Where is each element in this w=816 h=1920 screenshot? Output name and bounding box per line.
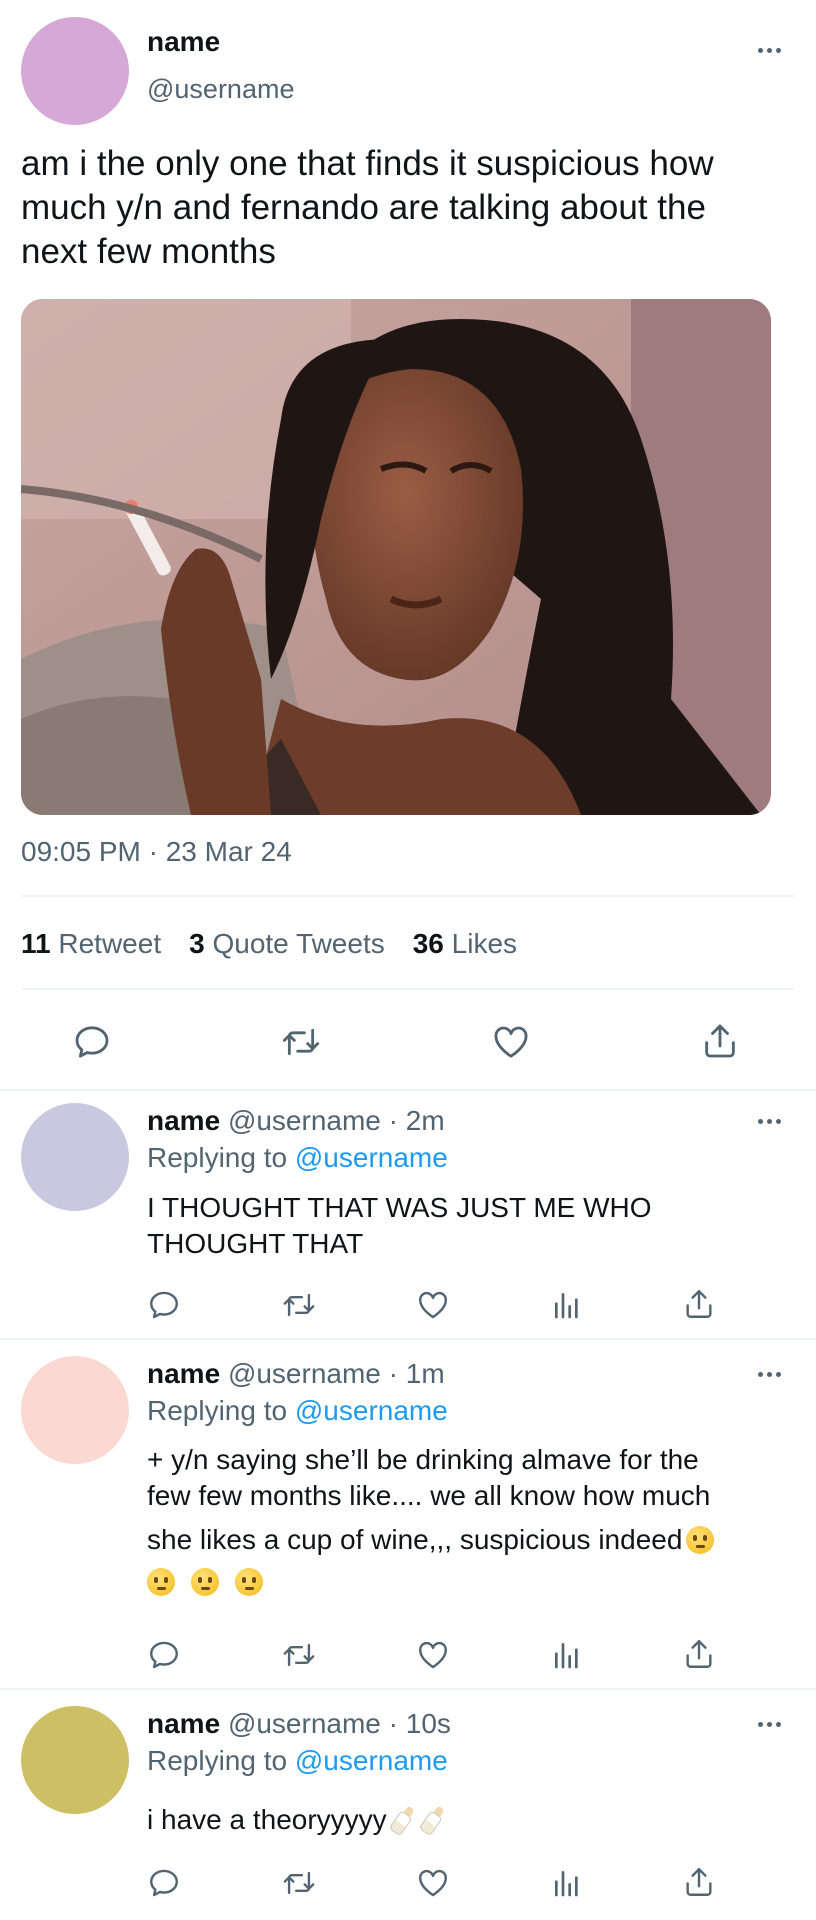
baby-bottle-icon <box>418 1803 448 1837</box>
more-options-icon[interactable] <box>758 1119 781 1124</box>
avatar[interactable] <box>21 1356 129 1464</box>
retweets-label: Retweet <box>58 928 162 959</box>
likes-stat[interactable]: 36 Likes <box>413 928 517 960</box>
reply-text: I THOUGHT THAT WAS JUST ME WHO THOUGHT T… <box>147 1190 652 1262</box>
section-divider <box>0 1688 816 1690</box>
reply-text: + y/n saying she’ll be drinking almave f… <box>147 1442 787 1600</box>
likes-label: Likes <box>451 928 518 959</box>
reply-text: i have a theoryyyyy <box>147 1802 441 1838</box>
analytics-icon[interactable] <box>551 1866 583 1900</box>
like-icon[interactable] <box>415 1638 451 1672</box>
replying-to-handle[interactable]: @username <box>295 1142 448 1173</box>
replying-to-label: Replying to <box>147 1142 288 1173</box>
handle[interactable]: @username <box>228 1105 381 1136</box>
replying-to: Replying to @username <box>147 1745 448 1777</box>
reply-time: · 1m <box>388 1358 445 1389</box>
share-icon[interactable] <box>682 1636 716 1672</box>
reply-text-line: i have a theoryyyyy <box>147 1804 387 1835</box>
tweet-stats: 11 Retweet 3 Quote Tweets 36 Likes <box>21 928 517 960</box>
more-options-icon[interactable] <box>758 1722 781 1727</box>
handle[interactable]: @username <box>228 1708 381 1739</box>
tweet-image[interactable] <box>21 299 771 815</box>
reply-header: name @username · 1m <box>147 1358 445 1390</box>
tweet-text: am i the only one that finds it suspicio… <box>21 144 714 271</box>
replying-to-label: Replying to <box>147 1395 288 1426</box>
quotes-stat[interactable]: 3 Quote Tweets <box>189 928 385 960</box>
likes-count: 36 <box>412 928 444 959</box>
like-icon[interactable] <box>415 1866 451 1900</box>
retweet-icon[interactable] <box>280 1022 322 1062</box>
display-name[interactable]: name <box>147 26 220 58</box>
replying-to-handle[interactable]: @username <box>295 1395 448 1426</box>
reply-icon[interactable] <box>72 1022 112 1062</box>
retweet-icon[interactable] <box>281 1866 317 1900</box>
retweets-stat[interactable]: 11 Retweet <box>21 928 161 960</box>
reply-text-line-with-emoji: she likes a cup of wine,,, suspicious in… <box>147 1522 787 1558</box>
share-icon[interactable] <box>682 1864 716 1900</box>
replying-to: Replying to @username <box>147 1142 448 1174</box>
reply-text-line: she likes a cup of wine,,, suspicious in… <box>147 1524 683 1555</box>
share-icon[interactable] <box>700 1020 740 1062</box>
retweet-icon[interactable] <box>281 1288 317 1322</box>
quotes-count: 3 <box>189 928 205 959</box>
reply-icon[interactable] <box>147 1638 181 1672</box>
retweets-count: 11 <box>21 928 51 959</box>
display-name[interactable]: name <box>147 1105 220 1136</box>
meme-photo <box>21 299 771 815</box>
like-icon[interactable] <box>415 1288 451 1322</box>
avatar[interactable] <box>21 17 129 125</box>
reply-text-line: I THOUGHT THAT WAS JUST ME WHO <box>147 1192 652 1223</box>
reply-time: · 10s <box>388 1708 451 1739</box>
reply-icon[interactable] <box>147 1866 181 1900</box>
replying-to: Replying to @username <box>147 1395 448 1427</box>
section-divider <box>0 1338 816 1340</box>
analytics-icon[interactable] <box>551 1638 583 1672</box>
reply-text-line: few few months like.... we all know how … <box>147 1480 711 1511</box>
handle[interactable]: @username <box>228 1358 381 1389</box>
replying-to-handle[interactable]: @username <box>295 1745 448 1776</box>
divider <box>22 895 794 897</box>
reply-time: · 2m <box>388 1105 445 1136</box>
replying-to-label: Replying to <box>147 1745 288 1776</box>
reply-text-line: THOUGHT THAT <box>147 1228 364 1259</box>
display-name[interactable]: name <box>147 1358 220 1389</box>
share-icon[interactable] <box>682 1286 716 1322</box>
section-divider <box>0 1089 816 1091</box>
thinking-face-icon <box>147 1568 175 1596</box>
avatar[interactable] <box>21 1706 129 1814</box>
reply-icon[interactable] <box>147 1288 181 1322</box>
tweet-timestamp[interactable]: 09:05 PM · 23 Mar 24 <box>21 836 292 868</box>
more-options-icon[interactable] <box>758 1372 781 1377</box>
like-icon[interactable] <box>490 1022 532 1062</box>
thinking-face-icon <box>234 1568 263 1596</box>
handle[interactable]: @username <box>147 74 294 105</box>
analytics-icon[interactable] <box>551 1288 583 1322</box>
emoji-row <box>147 1564 787 1600</box>
retweet-icon[interactable] <box>281 1638 317 1672</box>
quotes-label: Quote Tweets <box>212 928 385 959</box>
divider <box>22 988 794 990</box>
more-options-icon[interactable] <box>758 48 781 53</box>
thinking-face-icon <box>190 1568 219 1596</box>
thinking-face-icon <box>686 1526 715 1554</box>
reply-header: name @username · 10s <box>147 1708 451 1740</box>
reply-header: name @username · 2m <box>147 1105 445 1137</box>
reply-text-line: + y/n saying she’ll be drinking almave f… <box>147 1444 699 1475</box>
baby-bottle-icon <box>388 1803 418 1837</box>
display-name[interactable]: name <box>147 1708 220 1739</box>
avatar[interactable] <box>21 1103 129 1211</box>
